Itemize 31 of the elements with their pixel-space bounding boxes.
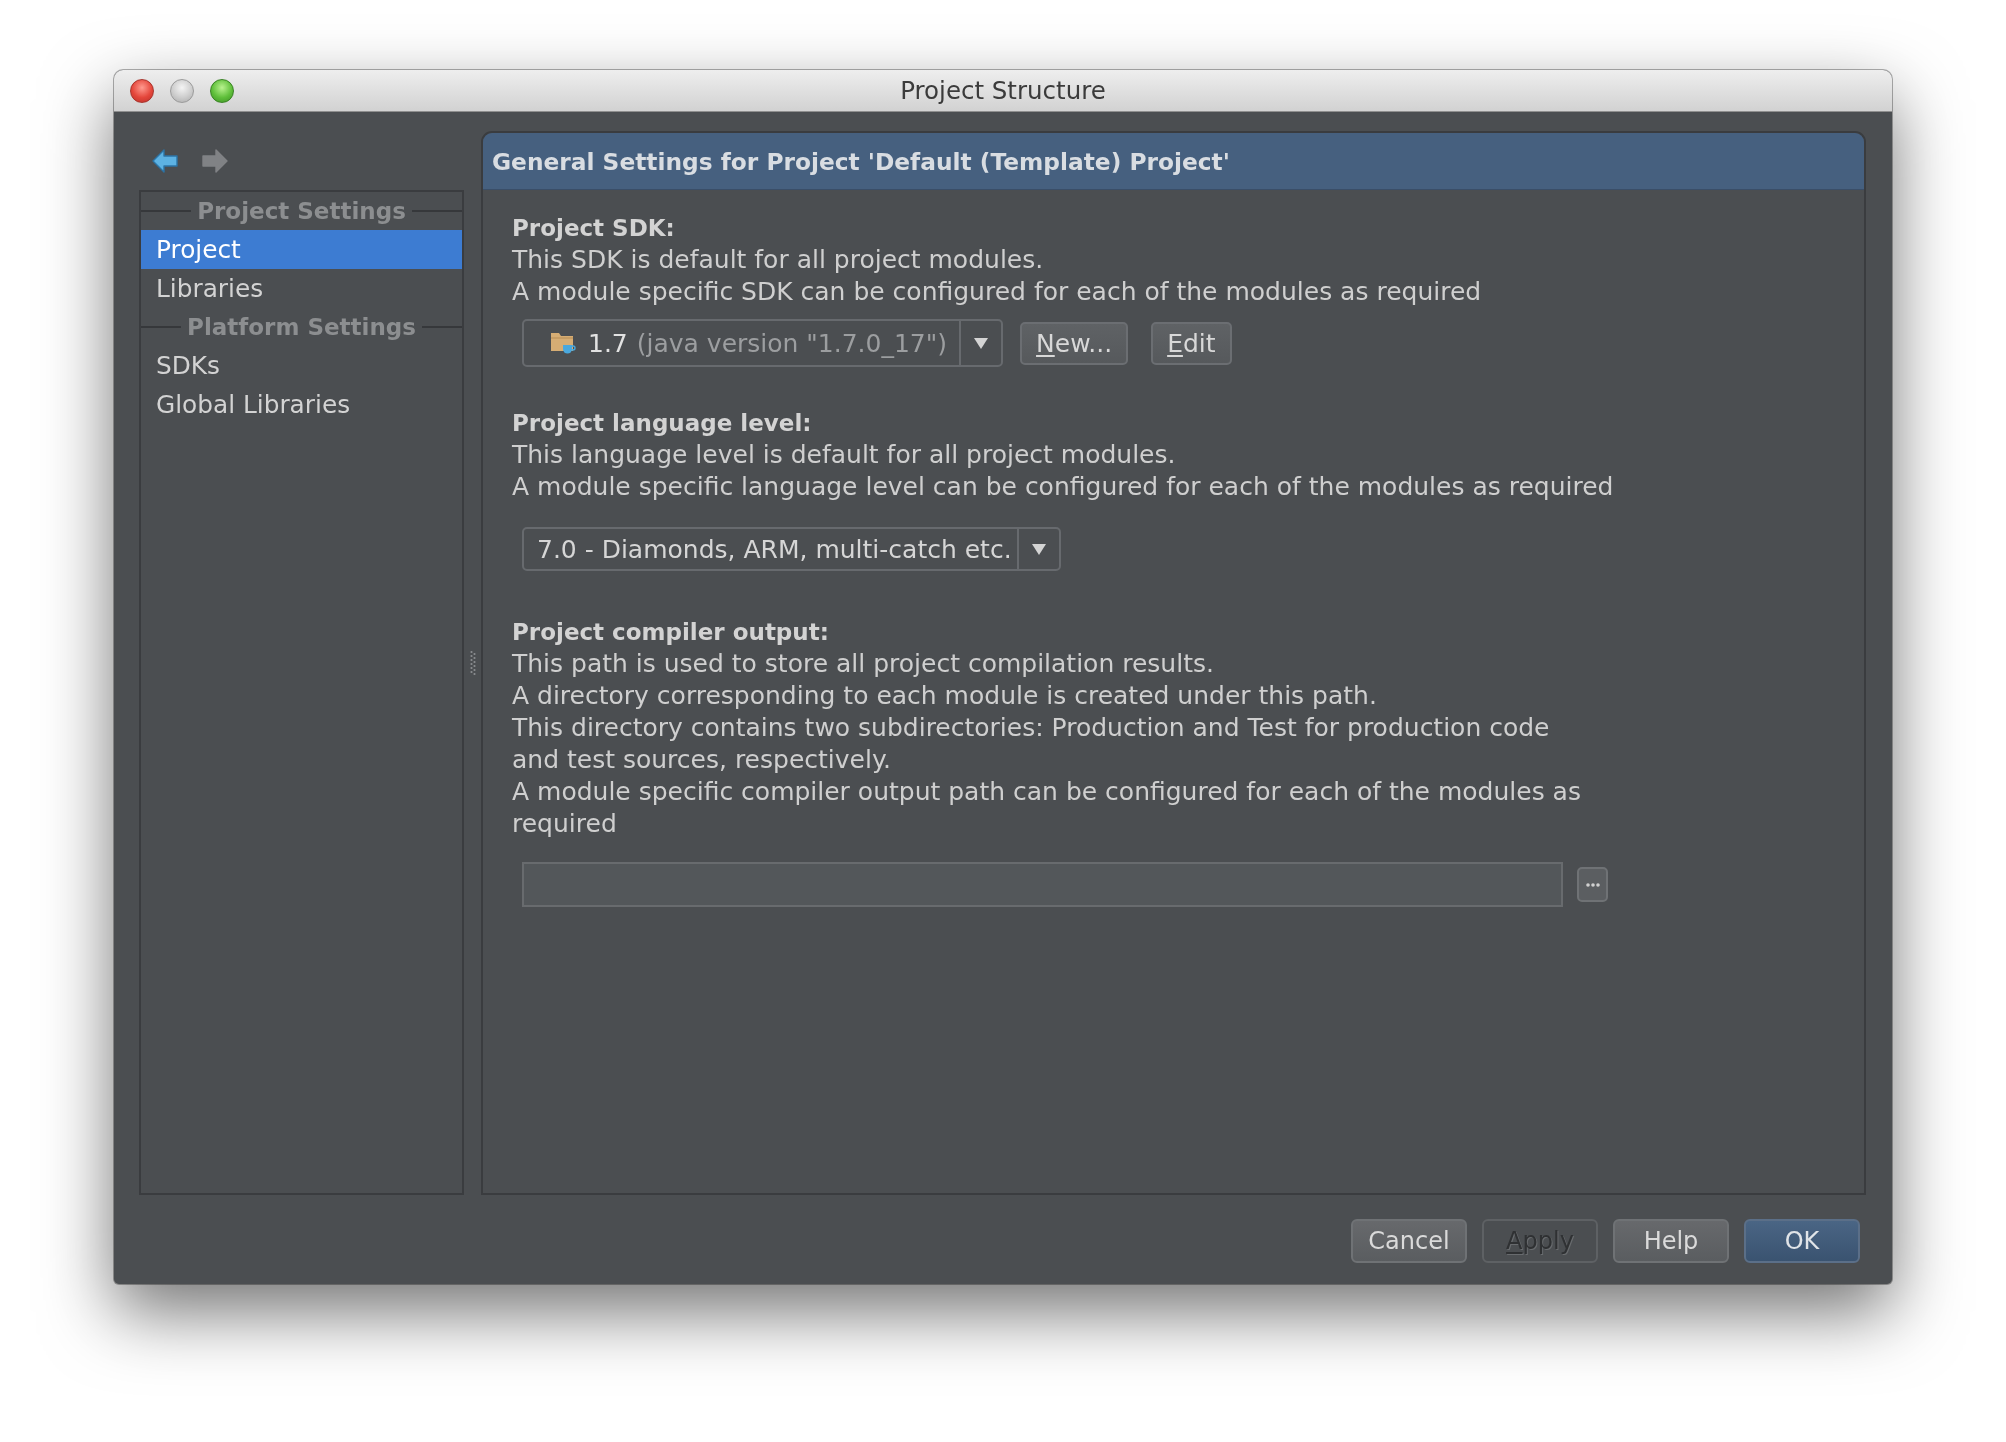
language-level-dropdown[interactable]: 7.0 - Diamonds, ARM, multi-catch etc.: [522, 527, 1061, 571]
section-description: This language level is default for all project modules. A module specific language level can be configured for each of the modules as required: [512, 439, 1615, 503]
section-heading: Project language level:: [512, 409, 813, 438]
sidebar-section-header: Project Settings: [197, 198, 406, 224]
caret-icon: [1031, 543, 1046, 555]
sdk-dropdown[interactable]: 1.7 (java version "1.7.0_17"): [522, 319, 1004, 367]
panel-title: General Settings for Project 'Default (Template) Project': [492, 147, 1230, 175]
sidebar-section-header: Platform Settings: [187, 314, 416, 340]
section-heading: Project compiler output:: [512, 618, 830, 647]
section-description: This path is used to store all project compilation results. A directory corresponding to each module is created under this path. This directory contains two subdirectories: Production and Test for production code and test sources, respectively. A module specific compiler output path can be configured for each of the modules as required: [512, 648, 1582, 840]
sidebar-item[interactable]: Global Libraries: [141, 385, 462, 424]
caret-icon: [974, 337, 989, 349]
edit-button[interactable]: Edit: [1151, 321, 1232, 365]
ellipsis-icon: [1585, 882, 1600, 887]
cancel-button[interactable]: Cancel: [1351, 1219, 1467, 1263]
new-button[interactable]: New...: [1020, 321, 1129, 365]
output-path-field[interactable]: [522, 862, 1563, 907]
help-button[interactable]: Help: [1613, 1219, 1729, 1263]
splitter-grip-icon[interactable]: [469, 649, 476, 677]
browse-button[interactable]: [1577, 867, 1608, 902]
section-heading: Project SDK:: [512, 214, 676, 243]
sidebar-item[interactable]: Project: [141, 230, 462, 269]
close-button[interactable]: [130, 78, 154, 103]
folder-cup-icon: [550, 331, 576, 355]
zoom-button[interactable]: [210, 78, 234, 103]
ok-button[interactable]: OK: [1744, 1219, 1860, 1263]
sidebar-item[interactable]: Libraries: [141, 269, 462, 308]
sidebar-item[interactable]: SDKs: [141, 346, 462, 385]
section-description: This SDK is default for all project modules. A module specific SDK can be configured for each of the modules as required: [512, 244, 1483, 308]
back-arrow-icon[interactable]: [152, 148, 178, 173]
window-title: Project Structure: [899, 76, 1107, 105]
